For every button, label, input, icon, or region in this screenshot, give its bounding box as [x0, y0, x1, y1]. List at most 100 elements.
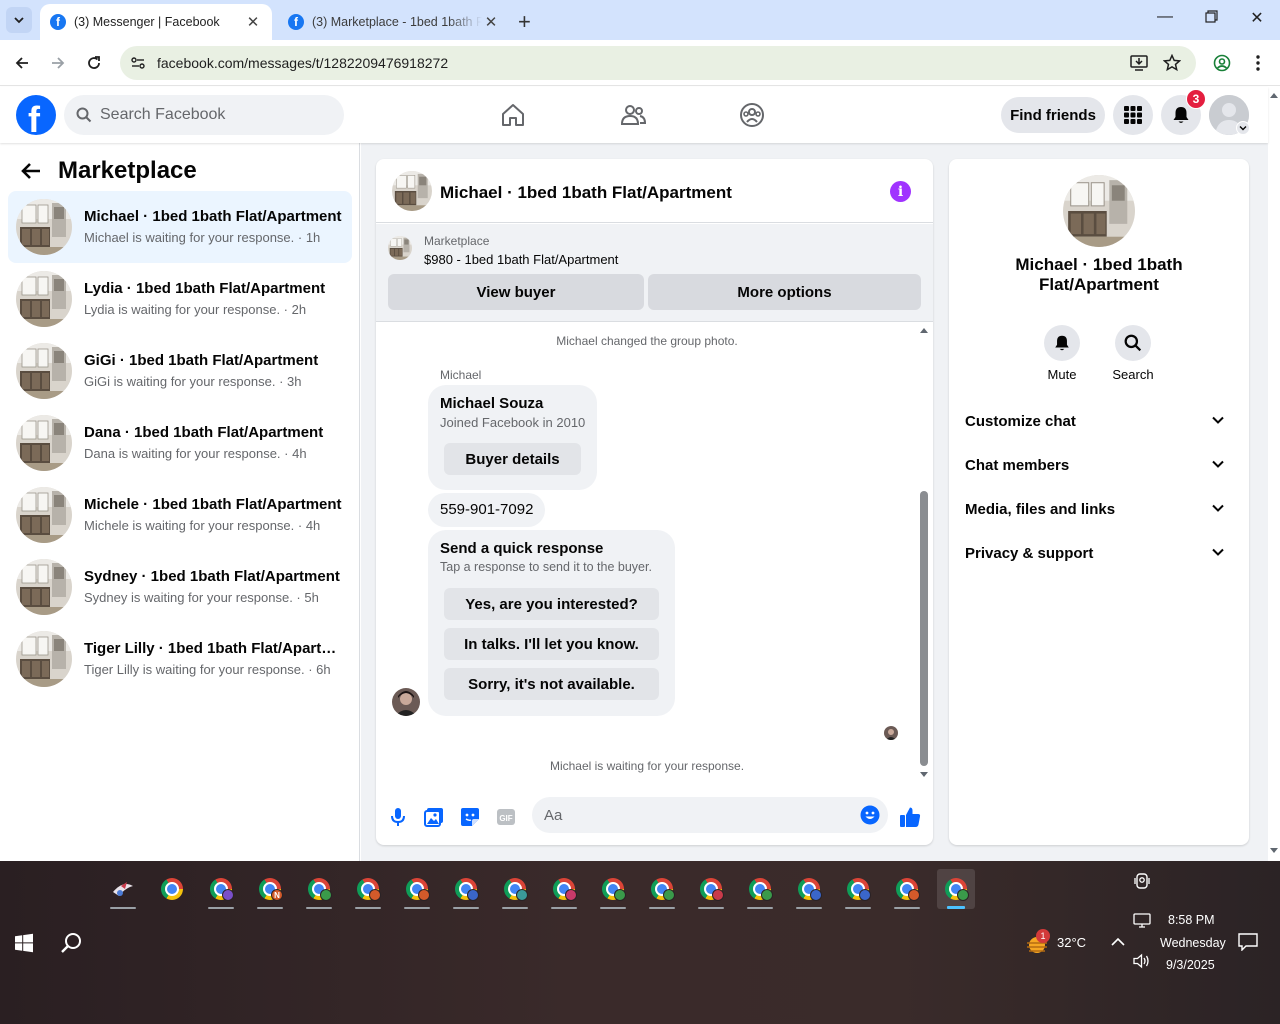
notification-center-icon[interactable] [1238, 933, 1258, 951]
conversation-item[interactable]: Dana · 1bed 1bath Flat/Apartment Dana is … [8, 407, 352, 479]
chrome-profile-icon[interactable] [937, 869, 975, 909]
site-info-icon[interactable] [130, 55, 146, 71]
search-icon[interactable] [60, 931, 84, 955]
back-arrow-icon[interactable] [20, 161, 42, 181]
quick-response-in-talks-button[interactable]: In talks. I'll let you know. [444, 628, 659, 660]
message-bubble[interactable]: 559-901-7092 [428, 493, 545, 527]
chrome-profile-icon[interactable] [349, 869, 387, 909]
chrome-profile-icon[interactable] [202, 869, 240, 909]
profile-icon[interactable] [1211, 52, 1233, 74]
tab-search-icon[interactable] [6, 7, 32, 33]
volume-icon[interactable] [1133, 953, 1151, 969]
find-friends-button[interactable]: Find friends [1001, 97, 1105, 133]
forward-icon[interactable] [47, 52, 69, 74]
clock-day[interactable]: Wednesday [1160, 936, 1226, 950]
conversation-item[interactable]: Lydia · 1bed 1bath Flat/Apartment Lydia i… [8, 263, 352, 335]
chrome-profile-icon[interactable]: N [251, 869, 289, 909]
chrome-profile-icon[interactable] [888, 869, 926, 909]
new-tab-icon[interactable]: + [518, 9, 531, 35]
more-options-button[interactable]: More options [648, 274, 921, 310]
view-buyer-button[interactable]: View buyer [388, 274, 644, 310]
search-icon[interactable] [1115, 325, 1151, 361]
minimize-icon[interactable]: — [1150, 8, 1180, 26]
meet-now-icon[interactable] [1132, 871, 1152, 891]
chrome-profile-icon[interactable] [692, 869, 730, 909]
menu-grid-icon[interactable] [1113, 95, 1153, 135]
chrome-profile-icon[interactable] [447, 869, 485, 909]
scroll-up-icon[interactable] [919, 326, 929, 334]
listing-thumbnail[interactable] [388, 236, 412, 260]
reload-icon[interactable] [83, 52, 105, 74]
scroll-down-icon[interactable] [919, 771, 929, 779]
restore-icon[interactable] [1196, 8, 1226, 26]
sender-avatar[interactable] [392, 688, 420, 716]
chrome-icon[interactable] [153, 869, 191, 909]
chrome-profile-icon[interactable] [839, 869, 877, 909]
sticker-icon[interactable] [458, 805, 482, 829]
install-app-icon[interactable] [1130, 54, 1148, 72]
emoji-icon[interactable] [860, 805, 880, 825]
weather-temperature[interactable]: 32°C [1057, 935, 1086, 950]
chrome-profile-icon[interactable] [398, 869, 436, 909]
address-bar[interactable]: facebook.com/messages/t/1282209476918272 [120, 46, 1196, 80]
chrome-profile-icon[interactable] [643, 869, 681, 909]
conversation-item[interactable]: Tiger Lilly · 1bed 1bath Flat/Apartment T… [8, 623, 352, 695]
conversation-item[interactable]: Sydney · 1bed 1bath Flat/Apartment Sydney… [8, 551, 352, 623]
chevron-up-icon[interactable] [1111, 937, 1125, 947]
scroll-up-icon[interactable] [1269, 91, 1279, 99]
chrome-profile-icon[interactable] [594, 869, 632, 909]
conversation-item[interactable]: GiGi · 1bed 1bath Flat/Apartment GiGi is … [8, 335, 352, 407]
page-scrollbar[interactable] [1268, 87, 1280, 861]
facebook-search[interactable] [64, 95, 344, 135]
close-window-icon[interactable]: ✕ [1242, 8, 1272, 28]
quick-response-not-available-button[interactable]: Sorry, it's not available. [444, 668, 659, 700]
search-action[interactable]: Search [1103, 325, 1163, 382]
scroll-down-icon[interactable] [1269, 847, 1279, 855]
back-icon[interactable] [11, 52, 33, 74]
chat-scroll-thumb[interactable] [920, 491, 928, 766]
conversation-item[interactable]: Michael · 1bed 1bath Flat/Apartment Micha… [8, 191, 352, 263]
photo-icon[interactable] [422, 805, 446, 829]
taskbar-app-icon[interactable] [104, 869, 142, 909]
chrome-profile-icon[interactable] [545, 869, 583, 909]
chrome-profile-icon[interactable] [790, 869, 828, 909]
microphone-icon[interactable] [386, 805, 410, 829]
bell-icon[interactable] [1044, 325, 1080, 361]
quick-response-yes-button[interactable]: Yes, are you interested? [444, 588, 659, 620]
conversation-item[interactable]: Michele · 1bed 1bath Flat/Apartment Miche… [8, 479, 352, 551]
buyer-details-button[interactable]: Buyer details [444, 443, 581, 475]
chat-members-section[interactable]: Chat members [957, 443, 1241, 487]
network-icon[interactable] [1133, 913, 1151, 929]
message-input[interactable] [544, 797, 844, 833]
conversation-photo[interactable] [1063, 175, 1135, 247]
tab-messenger[interactable]: f (3) Messenger | Facebook ✕ [40, 4, 272, 40]
info-icon[interactable]: i [890, 181, 911, 202]
chat-title[interactable]: Michael · 1bed 1bath Flat/Apartment [440, 183, 732, 203]
tab-marketplace[interactable]: f (3) Marketplace - 1bed 1bath Flat/Apar… [278, 4, 510, 40]
chat-avatar[interactable] [392, 171, 432, 211]
friends-icon[interactable] [619, 101, 647, 129]
facebook-logo[interactable]: f [16, 95, 56, 135]
media-files-links-section[interactable]: Media, files and links [957, 487, 1241, 531]
tab-close-icon[interactable]: ✕ [244, 13, 262, 31]
tab-close-icon[interactable]: ✕ [482, 13, 500, 31]
chrome-profile-icon[interactable] [300, 869, 338, 909]
thumbs-up-icon[interactable] [898, 805, 922, 829]
chrome-profile-icon[interactable] [496, 869, 534, 909]
message-input-wrapper[interactable] [532, 797, 888, 833]
home-icon[interactable] [499, 101, 527, 129]
customize-chat-section[interactable]: Customize chat [957, 399, 1241, 443]
clock-time[interactable]: 8:58 PM [1168, 913, 1215, 927]
privacy-support-section[interactable]: Privacy & support [957, 531, 1241, 575]
listing-title[interactable]: $980 - 1bed 1bath Flat/Apartment [424, 252, 618, 267]
gif-icon[interactable]: GIF [494, 805, 518, 829]
windows-start-icon[interactable] [14, 933, 34, 953]
chevron-down-icon[interactable] [1236, 121, 1250, 135]
kebab-menu-icon[interactable] [1247, 52, 1269, 74]
clock-date[interactable]: 9/3/2025 [1166, 958, 1215, 972]
mute-action[interactable]: Mute [1032, 325, 1092, 382]
chrome-profile-icon[interactable] [741, 869, 779, 909]
groups-icon[interactable] [738, 101, 766, 129]
bookmark-star-icon[interactable] [1163, 54, 1181, 72]
search-input[interactable] [100, 95, 330, 135]
